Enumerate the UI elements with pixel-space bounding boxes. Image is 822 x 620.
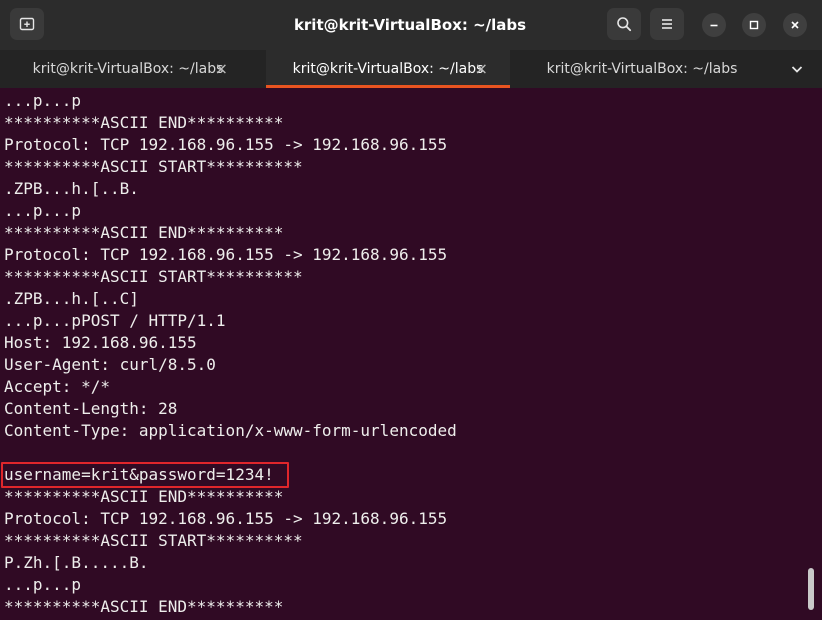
terminal-line: ...p...p <box>4 91 82 110</box>
terminal-line: **********ASCII END********** <box>4 487 284 506</box>
hamburger-menu-icon <box>662 19 672 29</box>
terminal-line: .ZPB...h.[..C] <box>4 289 139 308</box>
close-icon <box>791 21 799 29</box>
terminal-line: Host: 192.168.96.155 <box>4 333 197 352</box>
terminal-line: .ZPB...h.[..B. <box>4 179 139 198</box>
terminal-line: **********ASCII END********** <box>4 113 284 132</box>
terminal-line: Protocol: TCP 192.168.96.155 -> 192.168.… <box>4 135 448 154</box>
search-button[interactable] <box>607 8 641 40</box>
terminal-line: **********ASCII END********** <box>4 597 284 616</box>
header-bar: krit@krit-VirtualBox: ~/labs <box>0 0 822 51</box>
terminal-line: ...p...p <box>4 575 82 594</box>
tab-3[interactable]: krit@krit-VirtualBox: ~/labs <box>520 50 764 88</box>
minimize-icon <box>710 24 718 27</box>
tab-close-icon[interactable]: × <box>475 50 488 88</box>
terminal-line: **********ASCII START********** <box>4 267 303 286</box>
terminal-line: Accept: */* <box>4 377 110 396</box>
new-tab-button[interactable] <box>10 8 44 40</box>
new-tab-icon <box>19 17 35 31</box>
terminal-line: **********ASCII START********** <box>4 157 303 176</box>
credentials-highlight-box <box>1 462 289 488</box>
tab-label: krit@krit-VirtualBox: ~/labs <box>32 61 224 77</box>
terminal-line: P.Zh.[.B.....B. <box>4 553 149 572</box>
active-tab-indicator <box>266 85 510 88</box>
terminal-line: Protocol: TCP 192.168.96.155 -> 192.168.… <box>4 245 448 264</box>
tab-label: krit@krit-VirtualBox: ~/labs <box>292 61 484 77</box>
terminal-line: **********ASCII END********** <box>4 223 284 242</box>
tab-2-active[interactable]: krit@krit-VirtualBox: ~/labs × <box>266 50 510 88</box>
terminal-line: User-Agent: curl/8.5.0 <box>4 355 216 374</box>
tab-bar: krit@krit-VirtualBox: ~/labs × krit@krit… <box>0 50 822 88</box>
terminal-line: ...p...p <box>4 201 82 220</box>
main-menu-button[interactable] <box>650 8 684 40</box>
minimize-button[interactable] <box>702 13 726 37</box>
window-title: krit@krit-VirtualBox: ~/labs <box>293 16 527 34</box>
tab-list-button[interactable] <box>782 50 812 88</box>
terminal-line: Content-Type: application/x-www-form-url… <box>4 421 457 440</box>
tab-label: krit@krit-VirtualBox: ~/labs <box>546 61 738 77</box>
maximize-icon <box>749 20 759 30</box>
terminal-line: ...p...pPOST / HTTP/1.1 <box>4 311 226 330</box>
tab-1[interactable]: krit@krit-VirtualBox: ~/labs × <box>6 50 250 88</box>
tab-close-icon[interactable]: × <box>215 50 228 88</box>
chevron-down-icon <box>791 66 803 73</box>
maximize-button[interactable] <box>742 13 766 37</box>
search-icon <box>617 17 632 32</box>
terminal-line: Protocol: TCP 192.168.96.155 -> 192.168.… <box>4 509 448 528</box>
terminal-output[interactable]: ...p...p **********ASCII END********** P… <box>0 90 806 620</box>
close-window-button[interactable] <box>783 13 807 37</box>
terminal-scrollbar[interactable] <box>808 568 814 610</box>
terminal-line: **********ASCII START********** <box>4 531 303 550</box>
terminal-line: Content-Length: 28 <box>4 399 178 418</box>
